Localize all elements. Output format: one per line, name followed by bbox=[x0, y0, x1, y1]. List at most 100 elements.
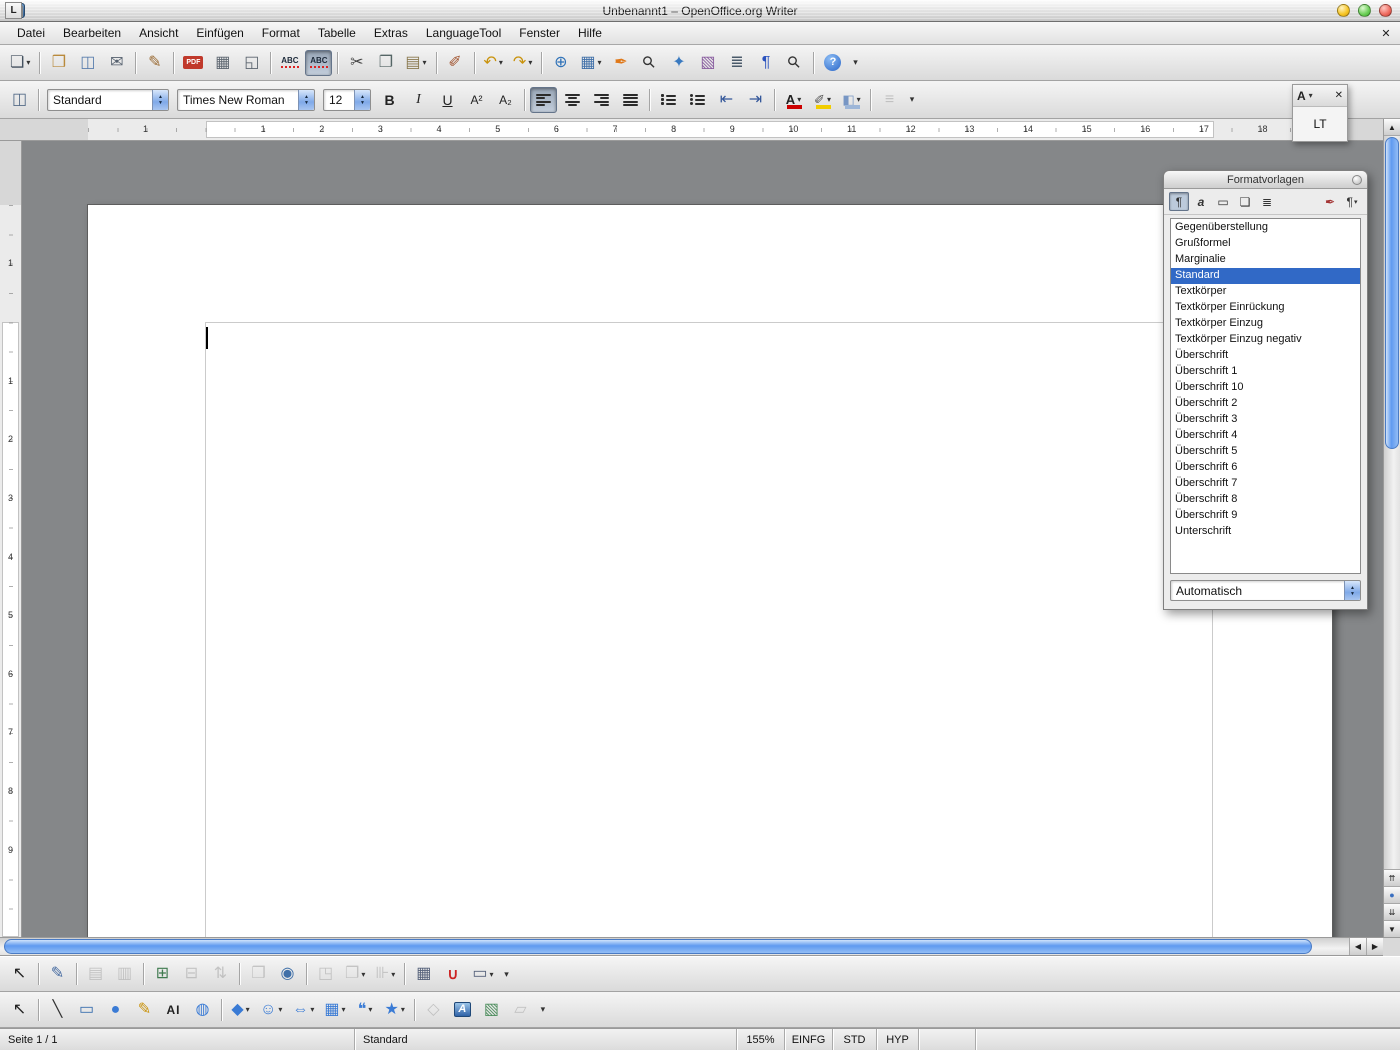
document-page[interactable] bbox=[88, 205, 1332, 937]
style-item-berschrift-2[interactable]: Überschrift 2 bbox=[1171, 396, 1360, 412]
superscript-button[interactable]: A² bbox=[463, 87, 490, 113]
menu-languagetool[interactable]: LanguageTool bbox=[417, 23, 510, 43]
style-item-gru-formel[interactable]: Grußformel bbox=[1171, 236, 1360, 252]
paragraph-settings-button[interactable]: ≡ bbox=[876, 87, 903, 113]
email-button[interactable]: ✉ bbox=[103, 50, 130, 76]
tab-stop-selector[interactable]: L bbox=[5, 2, 22, 19]
close-window-button[interactable] bbox=[1379, 4, 1392, 17]
italic-button[interactable]: I bbox=[405, 87, 432, 113]
edit-file-button[interactable]: ✎ bbox=[141, 50, 168, 76]
hyperlink-mode-indicator[interactable]: HYP bbox=[877, 1029, 919, 1050]
bold-button[interactable]: B bbox=[376, 87, 403, 113]
close-document-button[interactable]: ✕ bbox=[1378, 25, 1394, 41]
menu-format[interactable]: Format bbox=[253, 23, 309, 43]
symbol-shapes-button[interactable]: ☺ ▾ bbox=[256, 997, 286, 1023]
open-button[interactable]: ❒ bbox=[45, 50, 72, 76]
data-sources-button[interactable]: ≣ bbox=[723, 50, 750, 76]
align-center-button[interactable] bbox=[559, 87, 586, 113]
stars-button[interactable]: ★ ▾ bbox=[381, 997, 409, 1023]
insert-mode-indicator[interactable]: EINFG bbox=[785, 1029, 833, 1050]
select-button[interactable]: ↖ bbox=[6, 997, 33, 1023]
list-styles-button[interactable]: ≣ bbox=[1257, 192, 1277, 211]
previous-page-button[interactable]: ⇈ bbox=[1384, 869, 1400, 886]
navigation-button[interactable]: ● bbox=[1384, 886, 1400, 903]
page-styles-button[interactable]: ❏ bbox=[1235, 192, 1255, 211]
format-paintbrush-button[interactable]: ✐ bbox=[442, 50, 469, 76]
selection-mode-indicator[interactable]: STD bbox=[833, 1029, 877, 1050]
style-item-berschrift-9[interactable]: Überschrift 9 bbox=[1171, 508, 1360, 524]
undo-button[interactable]: ↶ ▾ bbox=[480, 50, 507, 76]
menu-bearbeiten[interactable]: Bearbeiten bbox=[54, 23, 130, 43]
languagetool-palette-titlebar[interactable]: A ▾ ✕ bbox=[1293, 85, 1347, 107]
combo-stepper[interactable]: ▲ ▼ bbox=[1344, 581, 1360, 600]
page-style-indicator[interactable]: Standard bbox=[355, 1029, 737, 1050]
cut-button[interactable]: ✂ bbox=[343, 50, 370, 76]
horizontal-scrollbar[interactable]: ◀ ▶ bbox=[0, 937, 1383, 956]
menu-tabelle[interactable]: Tabelle bbox=[309, 23, 365, 43]
languagetool-check-button[interactable]: LT bbox=[1303, 113, 1336, 135]
align-right-button[interactable] bbox=[588, 87, 615, 113]
line-button[interactable]: ╲ bbox=[44, 997, 71, 1023]
style-item-berschrift-8[interactable]: Überschrift 8 bbox=[1171, 492, 1360, 508]
scroll-left-button[interactable]: ◀ bbox=[1349, 938, 1366, 955]
page-indicator[interactable]: Seite 1 / 1 bbox=[0, 1029, 355, 1050]
next-page-button[interactable]: ⇊ bbox=[1384, 903, 1400, 920]
minimize-button[interactable] bbox=[1337, 4, 1350, 17]
new-style-from-selection-button[interactable]: ¶ ▾ bbox=[1342, 192, 1362, 211]
callout-button[interactable]: ◍ bbox=[189, 997, 216, 1023]
zoom-indicator[interactable]: 155% bbox=[737, 1029, 785, 1050]
position-size-button[interactable]: ◳ bbox=[312, 961, 339, 987]
document-info-indicator[interactable] bbox=[976, 1029, 1400, 1050]
flowchart-button[interactable]: ▦ ▾ bbox=[320, 997, 349, 1023]
scroll-down-button[interactable]: ▼ bbox=[1384, 920, 1400, 937]
menu-einf-gen[interactable]: Einfügen bbox=[187, 23, 252, 43]
menu-fenster[interactable]: Fenster bbox=[510, 23, 569, 43]
styles-window-titlebar[interactable]: Formatvorlagen bbox=[1164, 171, 1367, 189]
scroll-up-button[interactable]: ▲ bbox=[1384, 119, 1400, 136]
style-item-berschrift-5[interactable]: Überschrift 5 bbox=[1171, 444, 1360, 460]
help-button[interactable]: ? bbox=[819, 50, 846, 76]
combo-stepper[interactable]: ▲ ▼ bbox=[152, 89, 168, 110]
snap-to-grid-button[interactable]: ∪ bbox=[439, 961, 466, 987]
style-item-berschrift-6[interactable]: Überschrift 6 bbox=[1171, 460, 1360, 476]
languagetool-close-button[interactable]: ✕ bbox=[1335, 90, 1343, 101]
combo-stepper[interactable]: ▲ ▼ bbox=[354, 89, 370, 110]
justify-button[interactable] bbox=[617, 87, 644, 113]
toolbar-options-button[interactable]: ▾ bbox=[499, 964, 513, 984]
page-preview-button[interactable]: ◱ bbox=[238, 50, 265, 76]
arrange-button[interactable]: ❐ ▾ bbox=[341, 961, 369, 987]
style-item-standard[interactable]: Standard bbox=[1171, 268, 1360, 284]
save-button[interactable]: ◫ bbox=[74, 50, 101, 76]
new-document-button[interactable]: ❏ ▾ bbox=[6, 50, 34, 76]
nonprinting-characters-button[interactable]: ¶ bbox=[752, 50, 779, 76]
languagetool-a-icon[interactable]: A bbox=[1297, 89, 1306, 103]
font-size-combobox[interactable]: 12 ▲ ▼ bbox=[323, 88, 371, 111]
redo-button[interactable]: ↷ ▾ bbox=[509, 50, 536, 76]
spellcheck-button[interactable]: ABC bbox=[276, 50, 303, 76]
copy-button[interactable]: ❐ bbox=[372, 50, 399, 76]
highlight-color-button[interactable]: ✐ ▾ bbox=[809, 87, 836, 113]
zoom-button[interactable]: ⚲ bbox=[781, 50, 808, 76]
display-grid-button[interactable]: ▦ bbox=[410, 961, 437, 987]
design-mode-button[interactable]: ✎ bbox=[44, 961, 71, 987]
vertical-scrollbar[interactable]: ▲ ⇈ ● ⇊ ▼ bbox=[1383, 119, 1400, 937]
ellipse-button[interactable]: ● bbox=[102, 997, 129, 1023]
style-item-berschrift-4[interactable]: Überschrift 4 bbox=[1171, 428, 1360, 444]
paragraph-style-combobox[interactable]: Standard ▲ ▼ bbox=[47, 88, 169, 111]
find-replace-button[interactable]: ⚲ bbox=[636, 50, 663, 76]
style-item-berschrift[interactable]: Überschrift bbox=[1171, 348, 1360, 364]
paste-button[interactable]: ▤ ▾ bbox=[401, 50, 430, 76]
from-file-button[interactable]: ▧ bbox=[478, 997, 505, 1023]
navigator-button[interactable]: ✦ bbox=[665, 50, 692, 76]
extrusion-button[interactable]: ▱ bbox=[507, 997, 534, 1023]
gallery-button[interactable]: ▧ bbox=[694, 50, 721, 76]
horizontal-ruler[interactable]: 1 1 2 3 4 5 6 7 8 9 10 11 12 13 14 15 16 17 18 bbox=[0, 119, 1383, 141]
background-color-button[interactable]: ◧ ▾ bbox=[838, 87, 865, 113]
signature-indicator[interactable] bbox=[919, 1029, 976, 1050]
character-styles-button[interactable]: a bbox=[1191, 192, 1211, 211]
styles-window-toggle-button[interactable]: ◫ bbox=[6, 87, 33, 113]
rectangle-button[interactable]: ▭ bbox=[73, 997, 100, 1023]
title-bar[interactable]: Unbenannt1 – OpenOffice.org Writer bbox=[0, 0, 1400, 22]
hyperlink-button[interactable]: ⊕ bbox=[547, 50, 574, 76]
callouts-button[interactable]: ❝ ▾ bbox=[352, 997, 379, 1023]
